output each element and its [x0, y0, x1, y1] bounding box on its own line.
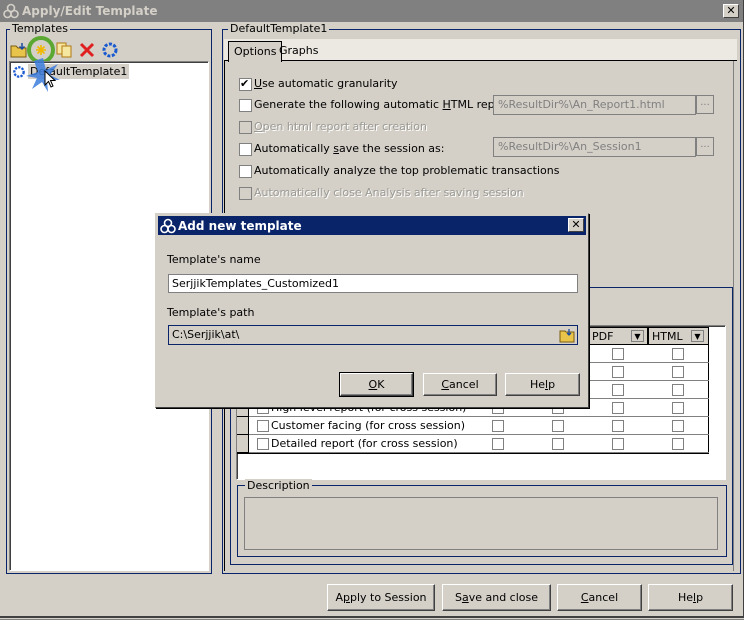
report-html-checkbox[interactable]: [672, 402, 684, 414]
report-pdf-checkbox[interactable]: [612, 402, 624, 414]
background-app-strip: [0, 619, 748, 624]
template-path-value: C:\Serjjik\at\: [172, 328, 240, 341]
use-automatic-granularity-checkbox[interactable]: [239, 77, 252, 91]
report-label: Detailed report (for cross session): [271, 437, 458, 450]
tab-graphs[interactable]: Graphs: [274, 41, 323, 60]
template-path-input[interactable]: C:\Serjjik\at\: [168, 325, 578, 345]
close-icon: ✕: [571, 218, 581, 231]
pdf-dropdown-icon[interactable]: ▼: [631, 330, 644, 342]
template-path-label: Template's path: [167, 306, 255, 319]
mouse-cursor-icon: [44, 70, 57, 88]
template-settings-group-label: DefaultTemplate1: [228, 22, 330, 35]
report-row[interactable]: Detailed report (for cross session): [237, 435, 709, 453]
html-report-path-field[interactable]: %ResultDir%\An_Report1.html: [493, 95, 696, 115]
app-logo-icon: [160, 218, 176, 234]
report-select-checkbox[interactable]: [257, 420, 269, 432]
open-html-report-label: Open html report after creation: [254, 120, 427, 133]
generate-html-report-label: Generate the following automatic HTML re…: [254, 98, 511, 111]
dialog-ok-button[interactable]: OK: [339, 372, 414, 397]
report-row[interactable]: Customer facing (for cross session): [237, 417, 709, 435]
browse-folder-icon[interactable]: [559, 327, 575, 343]
generate-html-report-checkbox[interactable]: [239, 99, 252, 112]
dialog-cancel-button[interactable]: Cancel: [423, 373, 497, 396]
report-pdf-checkbox[interactable]: [612, 420, 624, 432]
row-header[interactable]: [237, 417, 249, 435]
tab-panel-right-border: [733, 61, 734, 571]
report-html-checkbox[interactable]: [672, 438, 684, 450]
report-select-checkbox[interactable]: [257, 438, 269, 450]
window-close-button[interactable]: ✕: [723, 4, 739, 18]
report-option-checkbox[interactable]: [552, 420, 564, 432]
description-field[interactable]: [244, 497, 718, 550]
apply-template-icon[interactable]: [101, 41, 119, 59]
report-option-checkbox[interactable]: [552, 438, 564, 450]
description-group-label: Description: [245, 479, 312, 492]
report-html-checkbox[interactable]: [672, 348, 684, 360]
window-title-bar[interactable]: Apply/Edit Template ✕: [0, 0, 743, 22]
template-name-label: Template's name: [167, 253, 261, 266]
column-header-pdf[interactable]: PDF ▼: [588, 327, 648, 345]
auto-save-session-checkbox[interactable]: [239, 143, 252, 156]
report-html-checkbox[interactable]: [672, 384, 684, 396]
app-logo-icon: [3, 3, 19, 19]
session-path-field[interactable]: %ResultDir%\An_Session1: [493, 137, 696, 157]
open-html-report-checkbox[interactable]: [239, 121, 252, 134]
dialog-close-button[interactable]: ✕: [568, 218, 584, 232]
background-app-edge: [744, 0, 748, 620]
report-label: Customer facing (for cross session): [271, 419, 466, 432]
report-pdf-checkbox[interactable]: [612, 438, 624, 450]
add-new-template-dialog: Add new template ✕ Template's name Serjj…: [155, 213, 589, 408]
apply-to-session-button[interactable]: Ap ply to Session: [327, 584, 435, 611]
row-header[interactable]: [237, 435, 249, 453]
html-dropdown-icon[interactable]: ▼: [691, 330, 704, 342]
auto-close-label: Automatically close Analysis after savin…: [254, 186, 524, 199]
report-option-checkbox[interactable]: [492, 438, 504, 450]
close-icon: ✕: [726, 4, 736, 17]
use-automatic-granularity-label: Use automatic granularity: [254, 77, 398, 90]
report-pdf-checkbox[interactable]: [612, 384, 624, 396]
dialog-title-bar[interactable]: Add new template ✕: [158, 216, 586, 235]
help-button[interactable]: He l p: [648, 584, 733, 611]
auto-analyze-checkbox[interactable]: [239, 165, 252, 178]
auto-analyze-label: Automatically analyze the top problemati…: [254, 164, 560, 177]
auto-close-checkbox[interactable]: [239, 187, 252, 200]
delete-template-icon[interactable]: [78, 41, 96, 59]
template-name-input[interactable]: SerjjikTemplates_Customized1: [168, 274, 578, 293]
dialog-title: Add new template: [178, 219, 302, 233]
window-title: Apply/Edit Template: [22, 4, 158, 18]
templates-group-label: Templates: [10, 22, 70, 35]
browse-html-report-button[interactable]: ...: [696, 95, 714, 114]
report-option-checkbox[interactable]: [492, 420, 504, 432]
column-header-html-label: HTML: [652, 330, 683, 343]
report-pdf-checkbox[interactable]: [612, 348, 624, 360]
column-header-pdf-label: PDF: [592, 330, 614, 343]
dialog-help-button[interactable]: He l p: [505, 373, 580, 396]
column-header-html[interactable]: HTML ▼: [648, 327, 709, 345]
cancel-button[interactable]: Cancel: [557, 584, 642, 611]
report-pdf-checkbox[interactable]: [612, 366, 624, 378]
report-html-checkbox[interactable]: [672, 420, 684, 432]
auto-save-session-label: Automatically save the session as:: [254, 142, 445, 155]
save-and-close-button[interactable]: Sa ve and close: [442, 584, 551, 611]
browse-session-path-button[interactable]: ...: [696, 137, 714, 156]
report-html-checkbox[interactable]: [672, 366, 684, 378]
